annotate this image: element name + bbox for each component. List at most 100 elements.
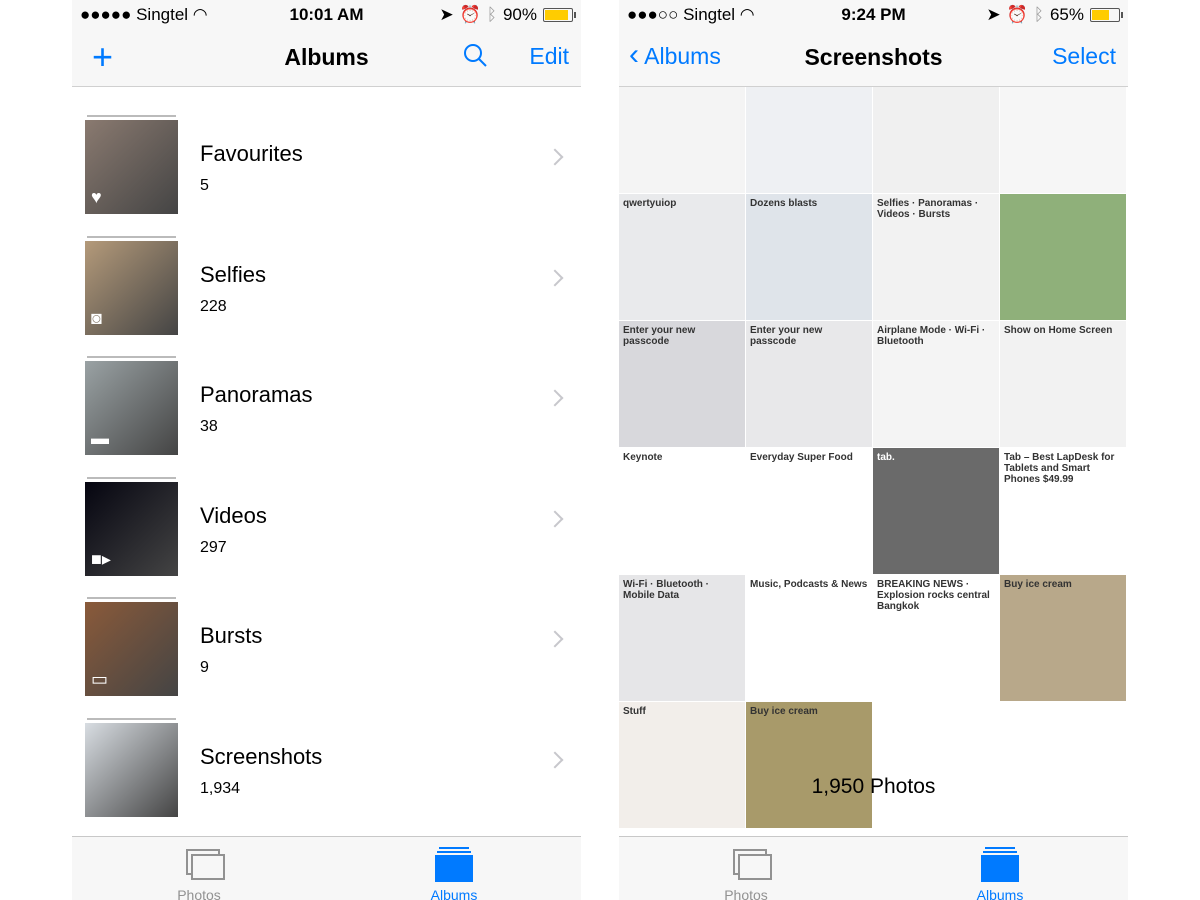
- screenshot-thumbnail[interactable]: Enter your new passcode: [619, 321, 745, 447]
- chevron-right-icon: [546, 510, 564, 527]
- album-row[interactable]: Screenshots 1,934: [72, 716, 581, 836]
- thumbnail-caption: Music, Podcasts & News: [750, 579, 868, 590]
- albums-screen: ●●●●● Singtel ◠ 10:01 AM ➤ ⏰ ᛒ 90% + Albums…: [72, 0, 581, 900]
- wifi-icon: ◠: [192, 5, 208, 24]
- screenshot-thumbnail[interactable]: [873, 702, 999, 828]
- screenshot-thumbnail[interactable]: Buy ice cream: [1000, 575, 1126, 701]
- album-stack: [87, 115, 176, 117]
- thumbnail-caption: Keynote: [623, 452, 663, 463]
- alarm-icon: ⏰: [459, 5, 481, 24]
- screenshot-thumbnail[interactable]: Keynote: [619, 448, 745, 574]
- album-stack: [87, 597, 176, 599]
- photos-icon: [733, 849, 773, 881]
- photo-grid: InstagramFacebookqwertyuiopDozens blasts…: [619, 67, 1128, 828]
- album-thumbnail: [85, 722, 178, 817]
- alarm-icon: ⏰: [1006, 5, 1028, 24]
- tab-photos[interactable]: Photos: [139, 837, 259, 900]
- page-title: Albums: [284, 44, 369, 70]
- camera-icon: ◙: [91, 307, 102, 328]
- album-name: Bursts: [200, 623, 263, 648]
- album-row[interactable]: ◙ Selfies 228: [72, 234, 581, 354]
- battery-percent: 65%: [1049, 5, 1084, 24]
- thumbnail-caption: BREAKING NEWS · Explosion rocks central …: [877, 579, 990, 612]
- signal-strength: ●●●○○: [627, 5, 679, 24]
- album-row[interactable]: ■▸ Videos 297: [72, 475, 581, 595]
- battery-icon: [543, 8, 576, 22]
- navigation-bar: + Albums Edit: [72, 30, 581, 87]
- screenshot-thumbnail[interactable]: Music, Podcasts & News: [746, 575, 872, 701]
- search-icon[interactable]: [462, 42, 488, 74]
- tab-photos[interactable]: Photos: [686, 837, 806, 900]
- thumbnail-caption: Enter your new passcode: [750, 325, 823, 347]
- plus-icon[interactable]: +: [92, 36, 113, 78]
- chevron-right-icon: [546, 751, 564, 768]
- back-button[interactable]: ‹ Albums: [629, 40, 721, 70]
- screenshot-thumbnail[interactable]: Dozens blasts: [746, 194, 872, 320]
- thumbnail-caption: Everyday Super Food: [750, 452, 853, 463]
- chevron-left-icon: ‹: [629, 38, 639, 71]
- screenshot-thumbnail[interactable]: Stuff: [619, 702, 745, 828]
- album-stack: [87, 235, 176, 238]
- screenshot-thumbnail[interactable]: tab.: [873, 448, 999, 574]
- album-name: Favourites: [200, 141, 303, 166]
- thumbnail-caption: Stuff: [623, 706, 646, 717]
- battery-icon: [1090, 8, 1123, 22]
- album-thumbnail: ♥: [85, 120, 178, 214]
- tab-label: Albums: [430, 887, 478, 900]
- thumbnail-caption: Tab – Best LapDesk for Tablets and Smart…: [1004, 452, 1115, 485]
- screenshot-thumbnail[interactable]: Selfies · Panoramas · Videos · Bursts: [873, 194, 999, 320]
- album-count: 9: [200, 659, 209, 676]
- wifi-icon: ◠: [739, 5, 755, 24]
- screenshot-thumbnail[interactable]: Show on Home Screen: [1000, 321, 1126, 447]
- album-row[interactable]: ▭ Bursts 9: [72, 595, 581, 715]
- tab-bar: Photos Albums: [619, 836, 1128, 900]
- thumbnail-caption: Dozens blasts: [750, 198, 818, 209]
- status-bar: ●●●○○ Singtel ◠ 9:24 PM ➤ ⏰ ᛒ 65%: [619, 0, 1128, 30]
- navigation-bar: ‹ Albums Screenshots Select: [619, 30, 1128, 87]
- tab-albums[interactable]: Albums: [940, 837, 1060, 900]
- photos-icon: [186, 849, 226, 881]
- chevron-right-icon: [546, 630, 564, 648]
- album-name: Screenshots: [200, 743, 323, 769]
- tab-albums[interactable]: Albums: [394, 837, 514, 900]
- select-button[interactable]: Select: [1052, 43, 1116, 70]
- tab-label: Albums: [976, 887, 1024, 900]
- battery-percent: 90%: [502, 5, 537, 24]
- bluetooth-icon: ᛒ: [1033, 5, 1044, 24]
- screenshot-thumbnail[interactable]: [1000, 702, 1126, 828]
- chevron-right-icon: [546, 269, 564, 286]
- carrier: Singtel: [136, 5, 189, 24]
- screenshot-thumbnail[interactable]: Wi-Fi · Bluetooth · Mobile Data: [619, 575, 745, 701]
- thumbnail-caption: Wi-Fi · Bluetooth · Mobile Data: [623, 579, 709, 601]
- signal-strength: ●●●●●: [80, 5, 132, 24]
- thumbnail-caption: Buy ice cream: [750, 706, 818, 717]
- album-thumbnail: ■▸: [85, 481, 178, 576]
- albums-icon: [435, 847, 473, 882]
- album-name: Panoramas: [200, 382, 313, 407]
- thumbnail-caption: Show on Home Screen: [1004, 325, 1113, 336]
- bluetooth-icon: ᛒ: [486, 5, 497, 24]
- heart-icon: ♥: [91, 187, 102, 207]
- chevron-right-icon: [546, 148, 564, 166]
- screenshot-thumbnail[interactable]: BREAKING NEWS · Explosion rocks central …: [873, 575, 999, 701]
- album-count: 5: [200, 177, 209, 194]
- thumbnail-caption: tab.: [877, 452, 895, 463]
- screenshot-thumbnail[interactable]: [1000, 194, 1126, 320]
- screenshot-thumbnail[interactable]: Tab – Best LapDesk for Tablets and Smart…: [1000, 448, 1126, 574]
- albums-icon: [981, 847, 1019, 882]
- edit-button[interactable]: Edit: [529, 43, 569, 70]
- album-row[interactable]: ♥ Favourites 5: [72, 113, 581, 233]
- thumbnail-caption: Buy ice cream: [1004, 579, 1072, 590]
- screenshot-thumbnail[interactable]: Everyday Super Food: [746, 448, 872, 574]
- screenshot-thumbnail[interactable]: Enter your new passcode: [746, 321, 872, 447]
- album-stack: [87, 356, 176, 358]
- screenshot-thumbnail[interactable]: qwertyuiop: [619, 194, 745, 320]
- album-count: 1,934: [200, 779, 241, 797]
- album-name: Videos: [200, 502, 267, 528]
- screenshot-thumbnail[interactable]: Airplane Mode · Wi-Fi · Bluetooth: [873, 321, 999, 447]
- album-row[interactable]: ▬ Panoramas 38: [72, 354, 581, 474]
- chevron-right-icon: [546, 389, 564, 407]
- screenshots-screen: ●●●○○ Singtel ◠ 9:24 PM ➤ ⏰ ᛒ 65% ‹ Albums …: [619, 0, 1128, 900]
- album-stack: [87, 476, 176, 479]
- screenshot-thumbnail[interactable]: Buy ice cream: [746, 702, 872, 828]
